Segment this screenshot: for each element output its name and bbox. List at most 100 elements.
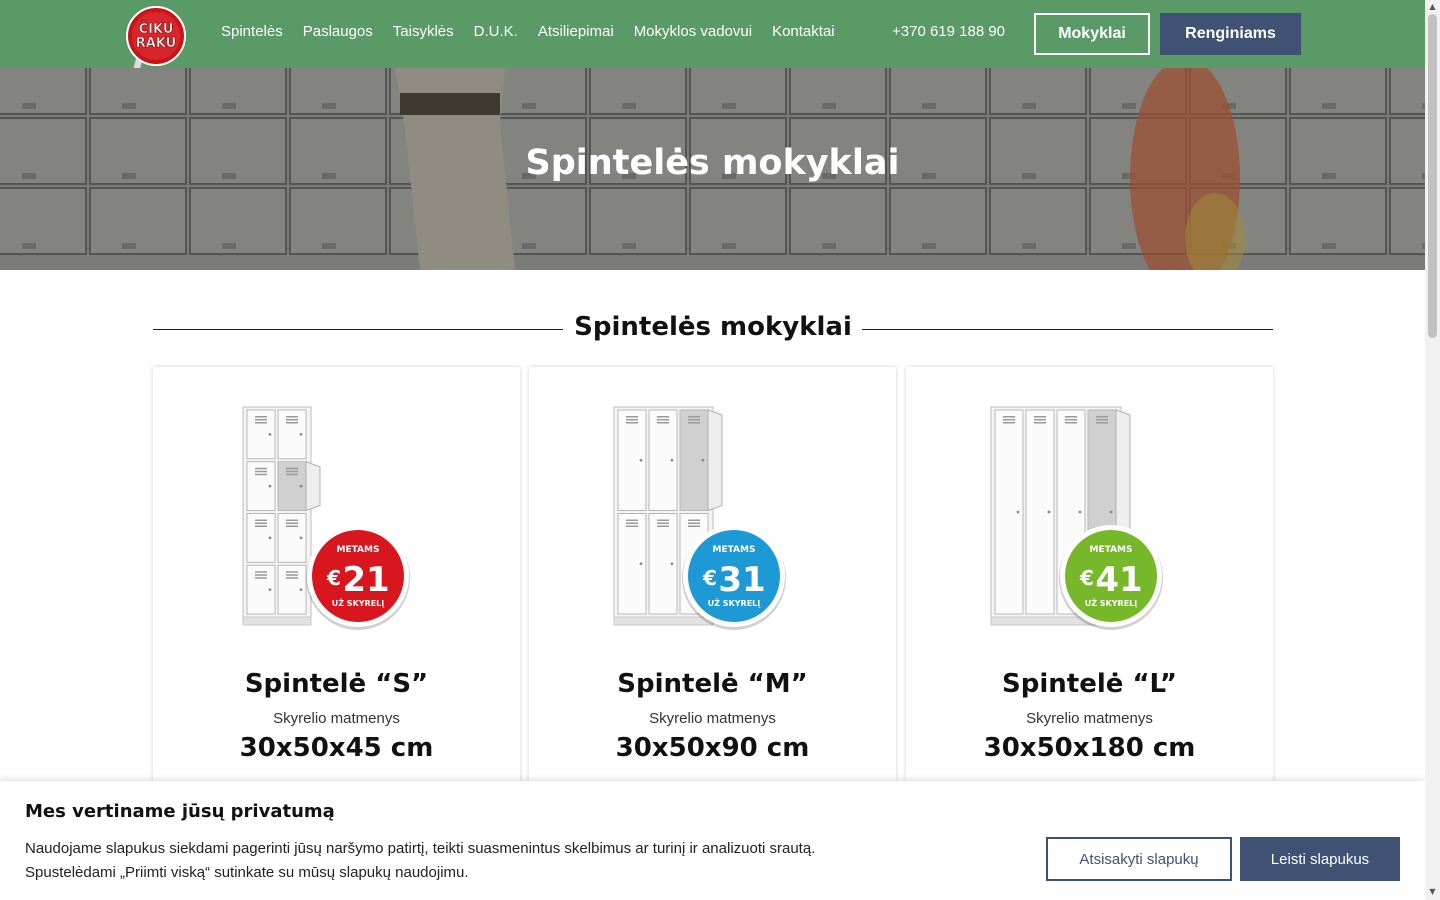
badge-currency: € [702,566,717,590]
door-vent [657,419,669,421]
door-vent [1096,422,1108,424]
locker-card-m[interactable]: METAMS €31 UŽ SKYRELĮ Spintelė “M” Skyreli… [529,367,896,807]
door-handle [299,536,303,540]
cookie-text-line-2: Spustelėdami „Priimti viską“ sutinkate s… [25,864,469,881]
door-vent [286,571,298,573]
door-handle [299,588,303,592]
scroll-down-arrow-icon[interactable]: ▼ [1428,887,1437,896]
scroll-thumb[interactable] [1428,14,1437,338]
door-vent [255,416,267,418]
section-title: Spintelės mokyklai [574,312,852,342]
door-vent [255,419,267,421]
door-vent [1065,416,1077,418]
badge-top-text: METAMS [337,545,380,555]
door-vent [626,419,638,421]
door-vent [688,419,700,421]
svg-text:RAKU: RAKU [136,36,176,51]
accept-cookies-button[interactable]: Leisti slapukus [1240,837,1400,881]
door-handle [268,432,272,436]
badge-price: 41 [1095,560,1142,600]
renginiams-button[interactable]: Renginiams [1160,13,1301,55]
door-vent [255,577,267,579]
door-handle [299,484,303,488]
locker-m-image: METAMS € 31UŽ SKYRELĮ [613,406,786,630]
door-vent [657,422,669,424]
door-vent [255,571,267,573]
nav-paslaugos[interactable]: Paslaugos [303,23,373,40]
nav-mokyklos-vadovui[interactable]: Mokyklos vadovui [634,23,752,40]
door-handle [1016,510,1020,514]
card-subtitle: Skyrelio matmenys [273,710,400,727]
door-handle [1078,510,1082,514]
door-vent [286,574,298,576]
door-vent [1003,416,1015,418]
door-vent [1003,419,1015,421]
door-vent [1003,422,1015,424]
door-handle [1047,510,1051,514]
nav-kontaktai[interactable]: Kontaktai [772,23,835,40]
door-vent [286,519,298,521]
door-vent [1065,419,1077,421]
door-vent [626,522,638,524]
phone-link[interactable]: +370 619 188 90 [892,23,1005,40]
reject-cookies-button[interactable]: Atsisakyti slapukų [1046,837,1232,881]
locker-l-image: METAMS € 41UŽ SKYRELĮ [990,406,1163,630]
mokyklai-button[interactable]: Mokyklai [1034,13,1150,55]
locker-card-s[interactable]: METAMS €21 UŽ SKYRELĮ Spintelė “S” Skyreli… [153,367,520,807]
nav-taisykles[interactable]: Taisyklės [393,23,454,40]
door-vent [286,467,298,470]
door-vent [286,416,298,418]
door-vent [626,422,638,424]
door-vent [255,467,267,470]
page-scrollbar[interactable]: ▲ ▼ [1425,0,1440,900]
cookie-consent-bar: Mes vertiname jūsų privatumą Naudojame s… [0,781,1425,900]
door-handle [1109,510,1113,514]
door-vent [688,519,700,521]
door-vent [1096,416,1108,418]
door-vent [1034,422,1046,424]
door-handle [299,432,303,436]
door-vent [286,525,298,527]
door-vent [1034,419,1046,421]
door-vent [688,522,700,524]
door-vent [626,416,638,418]
badge-top-text: METAMS [713,545,756,555]
door-vent [255,470,267,473]
locker-s-image: METAMS € 21UŽ SKYRELĮ [242,406,410,630]
door-vent [255,574,267,576]
cookie-text: Naudojame slapukus siekdami pagerinti jū… [25,837,925,885]
door-handle [268,588,272,592]
nav-spinteles[interactable]: Spintelės [221,23,283,40]
door-vent [1034,416,1046,418]
badge-price: 31 [718,560,765,600]
cookie-text-line-1: Naudojame slapukus siekdami pagerinti jū… [25,840,816,857]
badge-bottom-text: UŽ SKYRELĮ [708,597,761,608]
nav-duk[interactable]: D.U.K. [474,23,518,40]
door-vent [626,525,638,527]
door-handle [639,562,643,566]
badge-currency: € [1079,566,1094,590]
scroll-up-arrow-icon[interactable]: ▲ [1428,2,1437,11]
badge-top-text: METAMS [1090,545,1133,555]
door-vent [657,522,669,524]
door-vent [286,419,298,421]
door-handle [639,458,643,462]
card-title: Spintelė “L” [1002,669,1177,699]
card-dimensions: 30x50x45 cm [239,733,434,763]
door-vent [688,416,700,418]
door-vent [286,470,298,473]
card-dimensions: 30x50x180 cm [983,733,1196,763]
nav-atsiliepimai[interactable]: Atsiliepimai [538,23,614,40]
cabinet-base [242,616,312,626]
locker-card-l[interactable]: METAMS €41 UŽ SKYRELĮ Spintelė “L” Skyreli… [906,367,1273,807]
door-handle [268,484,272,488]
badge-price: 21 [342,560,389,600]
door-vent [688,422,700,424]
door-vent [255,525,267,527]
door-vent [688,525,700,527]
door-vent [657,519,669,521]
open-door [305,461,321,512]
door-handle [701,458,705,462]
site-header: ČIKU RAKU Spintelės Paslaugos Taisyklės … [0,0,1425,80]
badge-bottom-text: UŽ SKYRELĮ [332,597,385,608]
